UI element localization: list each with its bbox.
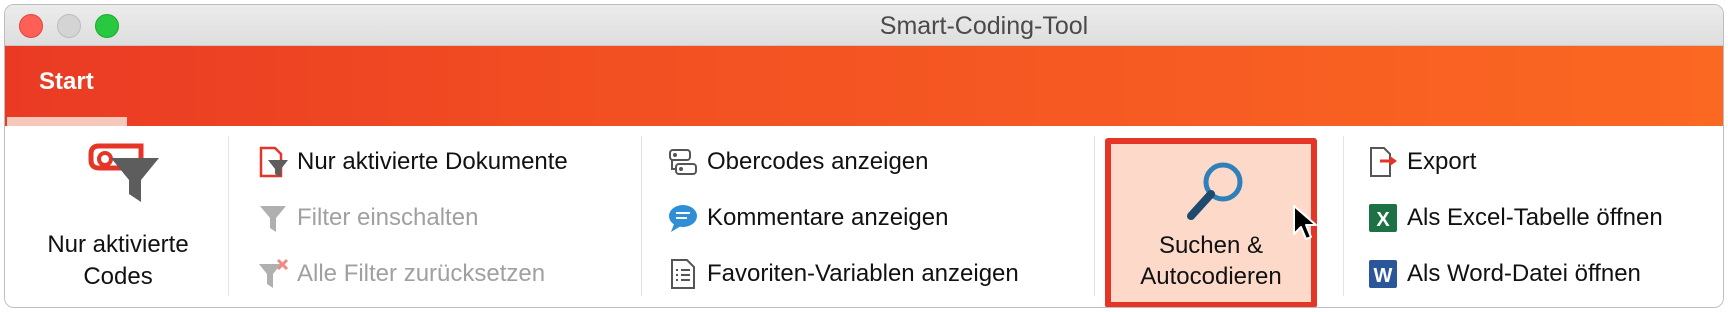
export-label: Export bbox=[1407, 148, 1477, 175]
search-autocode-label-2: Autocodieren bbox=[1140, 263, 1282, 290]
group-separator bbox=[228, 136, 229, 296]
group-separator bbox=[1094, 136, 1095, 296]
show-parent-codes-label: Obercodes anzeigen bbox=[707, 148, 929, 175]
enable-filter-button[interactable]: Filter einschalten bbox=[257, 198, 478, 238]
ribbon-content: Nur aktivierte Codes Nur aktivierte Doku… bbox=[5, 126, 1723, 307]
comment-icon bbox=[667, 202, 699, 234]
active-documents-filter-button[interactable]: Nur aktivierte Dokumente bbox=[257, 142, 568, 182]
active-codes-filter-button[interactable]: Nur aktivierte Codes bbox=[13, 126, 223, 306]
search-autocode-label-1: Suchen & bbox=[1158, 232, 1264, 259]
open-excel-button[interactable]: X Als Excel-Tabelle öffnen bbox=[1367, 198, 1663, 238]
group-separator bbox=[641, 136, 642, 296]
window-title: Smart-Coding-Tool bbox=[879, 12, 1089, 40]
ribbon-tab-bar: Start bbox=[5, 46, 1723, 126]
enable-filter-label: Filter einschalten bbox=[297, 204, 479, 231]
search-icon bbox=[1187, 162, 1243, 220]
tab-start[interactable]: Start bbox=[7, 46, 127, 118]
show-comments-label: Kommentare anzeigen bbox=[707, 204, 949, 231]
export-icon bbox=[1367, 146, 1399, 178]
word-icon: W bbox=[1367, 258, 1399, 290]
parent-codes-icon bbox=[667, 146, 699, 178]
active-documents-label: Nur aktivierte Dokumente bbox=[297, 148, 568, 175]
excel-icon: X bbox=[1367, 202, 1399, 234]
show-favorite-variables-label: Favoriten-Variablen anzeigen bbox=[707, 260, 1019, 287]
document-filter-icon bbox=[257, 146, 289, 178]
tab-start-label: Start bbox=[39, 68, 94, 95]
show-parent-codes-button[interactable]: Obercodes anzeigen bbox=[667, 142, 928, 182]
app-window: Smart-Coding-Tool Start Nur aktivierte C… bbox=[4, 4, 1724, 308]
reset-filter-icon bbox=[257, 258, 289, 290]
group-separator bbox=[1343, 136, 1344, 296]
code-filter-icon bbox=[88, 143, 159, 202]
word-glyph: W bbox=[1374, 265, 1393, 287]
filter-icon bbox=[257, 202, 289, 234]
reset-filters-button[interactable]: Alle Filter zurücksetzen bbox=[257, 254, 545, 294]
reset-filters-label: Alle Filter zurücksetzen bbox=[297, 260, 546, 287]
open-word-label: Als Word-Datei öffnen bbox=[1407, 260, 1641, 287]
export-button[interactable]: Export bbox=[1367, 142, 1476, 182]
show-comments-button[interactable]: Kommentare anzeigen bbox=[667, 198, 948, 238]
open-word-button[interactable]: W Als Word-Datei öffnen bbox=[1367, 254, 1641, 294]
open-excel-label: Als Excel-Tabelle öffnen bbox=[1407, 204, 1663, 231]
active-codes-label-1: Nur aktivierte bbox=[47, 231, 189, 258]
search-autocode-label: Suchen & Autocodieren bbox=[1111, 230, 1311, 292]
active-tab-indicator bbox=[7, 117, 127, 126]
active-codes-label-2: Codes bbox=[83, 263, 153, 290]
mouse-pointer-icon bbox=[1293, 205, 1317, 240]
show-favorite-variables-button[interactable]: Favoriten-Variablen anzeigen bbox=[667, 254, 1019, 294]
variable-list-icon bbox=[667, 258, 699, 290]
search-autocode-button[interactable]: Suchen & Autocodieren bbox=[1105, 138, 1317, 307]
title-bar: Smart-Coding-Tool bbox=[5, 5, 1723, 46]
excel-glyph: X bbox=[1376, 209, 1390, 231]
